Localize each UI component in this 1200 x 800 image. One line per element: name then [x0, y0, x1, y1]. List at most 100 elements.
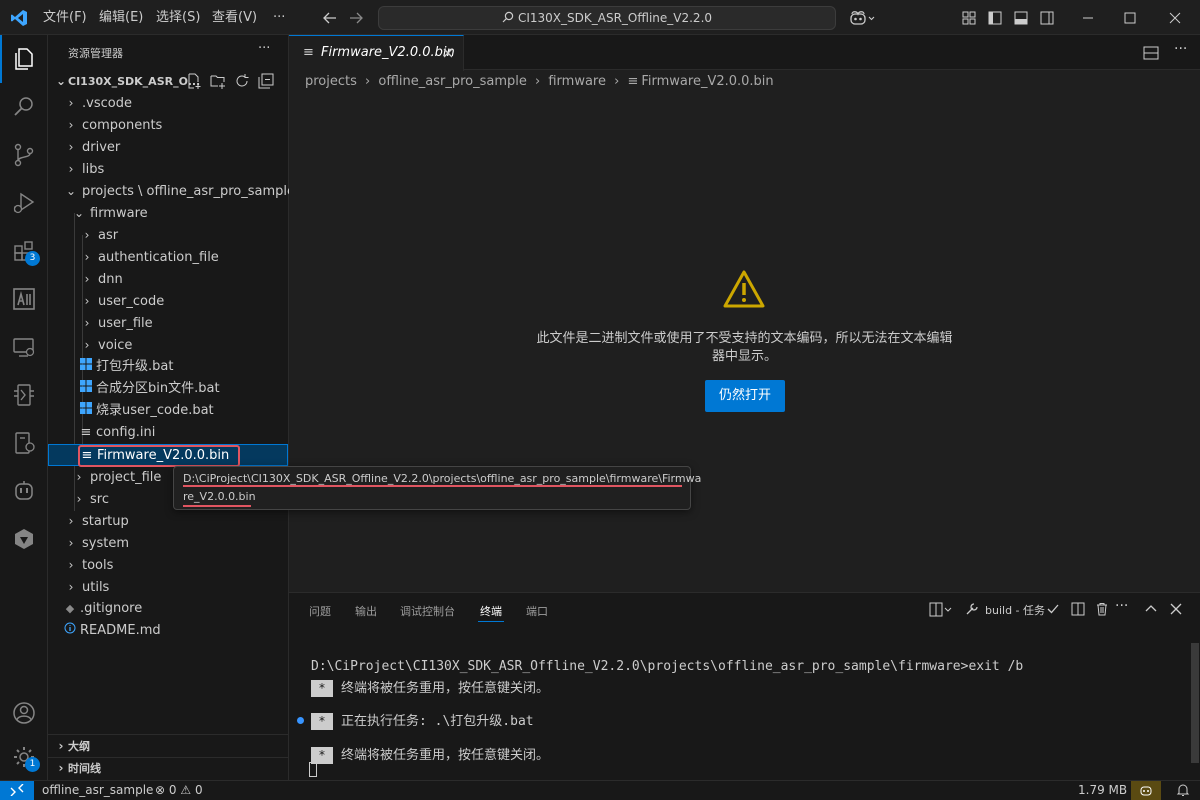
tree-item[interactable]: › .vscode [48, 92, 288, 114]
split-editor-icon[interactable] [1143, 45, 1159, 65]
editor-more-icon[interactable]: ··· [1174, 41, 1187, 57]
outline-section[interactable]: › 大纲 [48, 735, 288, 757]
copilot-status-icon[interactable] [1131, 781, 1161, 800]
ai-extension-icon[interactable] [0, 275, 48, 323]
tree-item[interactable]: › user_file [48, 312, 288, 334]
chevron-right-icon: › [84, 316, 90, 330]
tree-item[interactable]: › components [48, 114, 288, 136]
open-anyway-button[interactable]: 仍然打开 [705, 380, 785, 412]
close-window-icon[interactable] [1155, 0, 1195, 35]
tree-item[interactable]: › driver [48, 136, 288, 158]
chip-tool-icon[interactable] [0, 371, 48, 419]
tree-item[interactable]: › utils [48, 576, 288, 598]
chevron-down-icon: ⌄ [65, 184, 77, 198]
split-terminal-icon[interactable] [1071, 602, 1085, 620]
search-text: CI130X_SDK_ASR_Offline_V2.2.0 [517, 11, 713, 25]
panel-tab-ports[interactable]: 端口 [526, 603, 548, 619]
tree-item[interactable]: › tools [48, 554, 288, 576]
editor-tab-active[interactable]: ≡ Firmware_V2.0.0.bin [289, 35, 464, 71]
search-icon[interactable] [0, 83, 48, 131]
toggle-primary-sidebar-icon[interactable] [986, 0, 1004, 35]
tree-item[interactable]: ◆ .gitignore [48, 598, 288, 620]
run-debug-icon[interactable] [0, 179, 48, 227]
minimize-icon[interactable] [1068, 0, 1108, 35]
copilot-icon[interactable] [845, 0, 879, 35]
explorer-icon[interactable] [0, 35, 48, 83]
panel-tab-debug-console[interactable]: 调试控制台 [400, 603, 455, 619]
check-icon [1046, 602, 1060, 620]
timeline-section[interactable]: › 时间线 [48, 757, 288, 779]
tree-item[interactable]: 合成分区bin文件.bat [48, 378, 288, 400]
device-settings-icon[interactable] [0, 419, 48, 467]
gitlens-icon[interactable] [0, 515, 48, 563]
explorer-more-icon[interactable]: ··· [258, 41, 270, 56]
maximize-panel-icon[interactable] [1144, 602, 1158, 620]
tree-item[interactable]: › user_code [48, 290, 288, 312]
windows-batch-icon [78, 378, 94, 400]
tree-item-label: components [82, 118, 163, 133]
tree-item[interactable]: ≡ config.ini [48, 422, 288, 444]
source-control-icon[interactable] [0, 131, 48, 179]
terminal-scrollbar[interactable] [1191, 643, 1199, 763]
menu-selection[interactable]: 选择(S) [156, 0, 200, 35]
close-panel-icon[interactable] [1169, 602, 1183, 620]
breadcrumb-item[interactable]: Firmware_V2.0.0.bin [641, 74, 773, 89]
breadcrumb-item[interactable]: firmware [548, 74, 606, 89]
new-file-icon[interactable] [186, 73, 202, 93]
breadcrumb-item[interactable]: offline_asr_pro_sample [378, 74, 526, 89]
tree-item[interactable]: ⌄ firmware [48, 202, 288, 224]
task-label[interactable]: build - 任务 [985, 602, 1045, 618]
settings-gear-icon[interactable]: 1 [0, 733, 48, 781]
tree-item[interactable]: › system [48, 532, 288, 554]
customize-layout-icon[interactable] [960, 0, 978, 35]
new-folder-icon[interactable] [210, 73, 226, 93]
tree-item[interactable]: README.md [48, 620, 288, 642]
menu-view[interactable]: 查看(V) [212, 0, 257, 35]
command-center-search[interactable]: CI130X_SDK_ASR_Offline_V2.2.0 [378, 6, 836, 30]
tree-item[interactable]: › startup [48, 510, 288, 532]
toggle-panel-icon[interactable] [1012, 0, 1030, 35]
branch-label[interactable]: offline_asr_sample [42, 781, 153, 800]
panel-tab-terminal[interactable]: 终端 [480, 603, 502, 619]
remote-explorer-icon[interactable] [0, 323, 48, 371]
menu-edit[interactable]: 编辑(E) [99, 0, 143, 35]
error-count: 0 [168, 783, 177, 797]
panel-tab-problems[interactable]: 问题 [309, 603, 331, 619]
breadcrumb-item[interactable]: projects [305, 74, 357, 89]
tree-item[interactable]: ⌄ projects \ offline_asr_pro_sample [48, 180, 295, 202]
arrow-right-icon[interactable] [346, 0, 366, 35]
trash-icon[interactable] [1095, 602, 1109, 620]
robot-icon[interactable] [0, 467, 48, 515]
panel-more-icon[interactable]: ··· [1115, 598, 1128, 614]
refresh-icon[interactable] [234, 73, 250, 93]
tree-item[interactable]: › libs [48, 158, 288, 180]
close-tab-icon[interactable] [442, 44, 454, 63]
tree-item[interactable]: › asr [48, 224, 288, 246]
tree-item-label: dnn [98, 272, 123, 287]
panel-tab-output[interactable]: 输出 [355, 603, 377, 619]
workspace-root[interactable]: ⌄ CI130X_SDK_ASR_O... [48, 70, 288, 92]
accounts-icon[interactable] [0, 689, 48, 737]
warning-count: 0 [194, 783, 203, 797]
problems-indicator[interactable]: ⊗ 0 ⚠ 0 [155, 781, 203, 800]
chevron-right-icon: › [614, 74, 620, 89]
tree-item[interactable]: 烧录user_code.bat [48, 400, 288, 422]
tree-item[interactable]: › authentication_file [48, 246, 288, 268]
remote-indicator-icon[interactable] [0, 781, 34, 800]
notifications-bell-icon[interactable] [1176, 781, 1196, 800]
extensions-icon[interactable]: 3 [0, 227, 48, 275]
collapse-all-icon[interactable] [258, 73, 274, 93]
maximize-icon[interactable] [1110, 0, 1150, 35]
tooltip-line2: re_V2.0.0.bin [183, 490, 256, 503]
tree-item[interactable]: › voice [48, 334, 288, 356]
tooltip-line1: D:\CiProject\CI130X_SDK_ASR_Offline_V2.2… [183, 472, 702, 485]
menu-more[interactable]: ··· [273, 0, 285, 35]
new-terminal-icon[interactable] [929, 602, 953, 622]
toggle-secondary-sidebar-icon[interactable] [1038, 0, 1056, 35]
tree-item[interactable]: › dnn [48, 268, 288, 290]
menu-file[interactable]: 文件(F) [43, 0, 87, 35]
arrow-left-icon[interactable] [320, 0, 340, 35]
tree-item-label: firmware [90, 206, 148, 221]
tree-item-label: user_file [98, 316, 153, 331]
tree-item[interactable]: 打包升级.bat [48, 356, 288, 378]
